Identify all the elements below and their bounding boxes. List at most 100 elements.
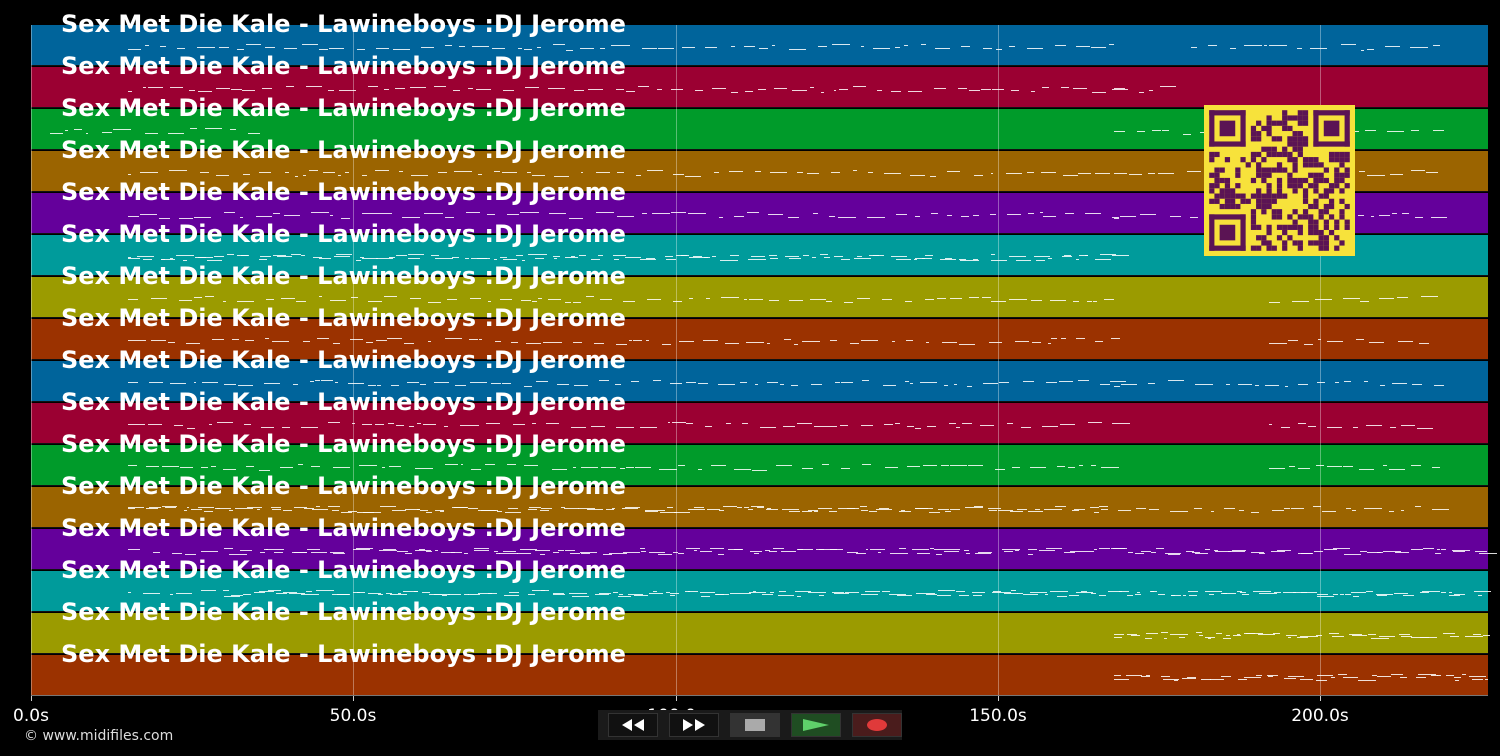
- note-mark: [1045, 548, 1063, 549]
- note-mark: [1343, 466, 1354, 467]
- stop-button[interactable]: [730, 713, 780, 737]
- note-mark: [1173, 680, 1179, 681]
- note-mark: [1054, 506, 1066, 507]
- note-mark: [377, 594, 383, 595]
- note-mark: [926, 594, 937, 595]
- rewind-button[interactable]: [608, 713, 658, 737]
- note-mark: [1046, 382, 1057, 383]
- note-mark: [882, 299, 893, 300]
- note-mark: [1134, 594, 1142, 595]
- note-mark: [1422, 548, 1435, 549]
- note-mark: [1244, 677, 1262, 678]
- note-mark: [769, 258, 779, 259]
- note-mark: [499, 257, 508, 258]
- note-mark: [657, 89, 663, 90]
- note-mark: [521, 300, 532, 301]
- note-mark: [1411, 465, 1422, 466]
- note-mark: [820, 254, 828, 255]
- note-mark: [127, 216, 140, 217]
- note-mark: [564, 257, 579, 258]
- note-mark: [1011, 90, 1020, 91]
- note-mark: [965, 553, 971, 554]
- note-mark: [1108, 591, 1122, 592]
- play-button[interactable]: [791, 713, 841, 737]
- note-mark: [1256, 675, 1262, 676]
- note-mark: [1098, 595, 1106, 596]
- note-mark: [474, 548, 489, 549]
- note-mark: [506, 214, 519, 215]
- note-mark: [754, 553, 759, 554]
- note-mark: [618, 596, 632, 597]
- note-mark: [328, 90, 334, 91]
- note-mark: [1027, 511, 1044, 512]
- note-mark: [1411, 637, 1430, 638]
- note-mark: [1049, 591, 1068, 592]
- note-mark: [259, 172, 272, 173]
- note-mark: [1345, 508, 1351, 509]
- note-mark: [611, 508, 616, 509]
- note-mark: [454, 171, 473, 172]
- note-mark: [243, 174, 251, 175]
- note-mark: [1474, 551, 1487, 552]
- note-mark: [991, 89, 1005, 90]
- note-mark: [404, 553, 412, 554]
- note-mark: [297, 464, 303, 465]
- record-button[interactable]: [852, 713, 902, 737]
- note-mark: [1394, 552, 1409, 553]
- note-mark: [840, 259, 850, 260]
- note-mark: [611, 45, 630, 46]
- note-mark: [924, 255, 933, 256]
- note-mark: [1301, 553, 1312, 554]
- note-mark: [642, 213, 647, 214]
- note-mark: [1137, 592, 1140, 593]
- note-mark: [645, 340, 649, 341]
- note-mark: [376, 258, 393, 259]
- note-mark: [265, 338, 270, 339]
- note-mark: [710, 465, 727, 466]
- note-mark: [160, 46, 166, 47]
- note-mark: [1094, 259, 1111, 260]
- note-mark: [311, 552, 327, 553]
- note-mark: [520, 549, 537, 550]
- note-mark: [950, 465, 967, 466]
- note-mark: [1099, 254, 1116, 255]
- note-mark: [1064, 552, 1075, 553]
- note-mark: [849, 343, 860, 344]
- note-mark: [830, 340, 838, 341]
- note-mark: [338, 90, 357, 91]
- note-mark: [940, 259, 956, 260]
- rewind-icon: [622, 719, 644, 731]
- note-mark: [411, 175, 429, 176]
- note-mark: [318, 49, 329, 50]
- note-mark: [224, 548, 233, 549]
- note-mark: [1317, 675, 1333, 676]
- note-mark: [424, 213, 443, 214]
- note-mark: [1120, 384, 1137, 385]
- note-mark: [758, 89, 767, 90]
- note-mark: [1417, 428, 1433, 429]
- note-mark: [682, 47, 696, 48]
- note-mark: [915, 216, 921, 217]
- note-mark: [356, 548, 374, 549]
- note-mark: [594, 594, 609, 595]
- note-mark: [916, 553, 930, 554]
- note-mark: [148, 507, 162, 508]
- tick-label: 0.0s: [13, 706, 49, 726]
- note-mark: [231, 339, 240, 340]
- note-mark: [1168, 554, 1181, 555]
- note-mark: [182, 260, 188, 261]
- note-mark: [949, 423, 956, 424]
- note-mark: [737, 507, 742, 508]
- note-mark: [1020, 427, 1031, 428]
- note-mark: [1195, 553, 1209, 554]
- note-mark: [572, 342, 583, 343]
- note-mark: [433, 86, 447, 87]
- note-mark: [1114, 218, 1119, 219]
- note-mark: [1385, 46, 1400, 47]
- note-mark: [989, 510, 998, 511]
- note-mark: [616, 427, 634, 428]
- note-mark: [510, 342, 518, 343]
- note-mark: [1244, 45, 1262, 46]
- note-mark: [487, 214, 496, 215]
- fast-forward-button[interactable]: [669, 713, 719, 737]
